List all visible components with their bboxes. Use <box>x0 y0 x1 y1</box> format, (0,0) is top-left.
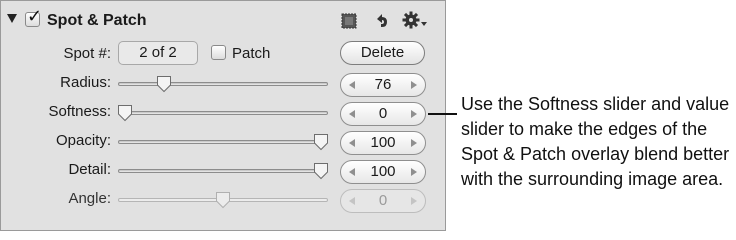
callout-text: Use the Softness slider and value slider… <box>461 94 730 189</box>
angle-slider-thumb <box>216 192 230 209</box>
decrement-arrow-icon[interactable] <box>349 81 355 89</box>
increment-arrow-icon[interactable] <box>411 81 417 89</box>
softness-slider-thumb[interactable] <box>117 104 133 122</box>
detail-label: Detail: <box>68 161 111 178</box>
decrement-arrow-icon[interactable] <box>349 168 355 176</box>
panel-title: Spot & Patch <box>47 12 147 29</box>
angle-value: 0 <box>378 192 388 209</box>
radius-slider-thumb[interactable] <box>156 75 172 93</box>
delete-button[interactable]: Delete <box>340 41 425 65</box>
detail-value-slider[interactable]: 100 <box>340 160 426 184</box>
decrement-arrow-icon <box>349 197 355 205</box>
spot-number-field[interactable]: 2 of 2 <box>118 41 198 65</box>
brush-icon[interactable] <box>341 13 357 29</box>
checkmark-icon: ✓ <box>27 6 43 27</box>
increment-arrow-icon <box>411 197 417 205</box>
opacity-value-slider[interactable]: 100 <box>340 131 426 155</box>
increment-arrow-icon[interactable] <box>411 168 417 176</box>
radius-label: Radius: <box>60 74 111 91</box>
opacity-slider-thumb[interactable] <box>313 133 329 151</box>
gear-dropdown-icon[interactable] <box>402 11 428 29</box>
softness-slider-track[interactable] <box>118 111 328 115</box>
opacity-value: 100 <box>370 134 396 151</box>
disclosure-triangle-icon[interactable] <box>7 14 17 23</box>
spot-number-label: Spot #: <box>63 45 111 62</box>
decrement-arrow-icon[interactable] <box>349 139 355 147</box>
radius-value-slider[interactable]: 76 <box>340 73 426 97</box>
callout-line <box>428 113 457 115</box>
opacity-slider-track[interactable] <box>118 140 328 144</box>
softness-value-slider[interactable]: 0 <box>340 102 426 126</box>
enable-checkbox[interactable]: ✓ <box>25 8 42 27</box>
detail-slider-track[interactable] <box>118 169 328 173</box>
detail-slider-thumb[interactable] <box>313 162 329 180</box>
radius-value: 76 <box>374 76 392 93</box>
softness-label: Softness: <box>48 103 111 120</box>
opacity-label: Opacity: <box>55 132 111 149</box>
patch-label: Patch <box>232 45 271 62</box>
increment-arrow-icon[interactable] <box>411 110 417 118</box>
decrement-arrow-icon[interactable] <box>349 110 355 118</box>
angle-value-slider: 0 <box>340 189 426 213</box>
radius-slider-track[interactable] <box>118 82 328 86</box>
patch-checkbox[interactable] <box>211 45 226 60</box>
reset-arrow-icon[interactable] <box>373 12 389 29</box>
softness-value: 0 <box>378 105 388 122</box>
increment-arrow-icon[interactable] <box>411 139 417 147</box>
detail-value: 100 <box>370 163 396 180</box>
angle-label: Angle: <box>68 190 111 207</box>
spot-patch-panel: ✓ Spot & Patch Spot #: 2 of 2 Patch Dele… <box>0 0 446 231</box>
